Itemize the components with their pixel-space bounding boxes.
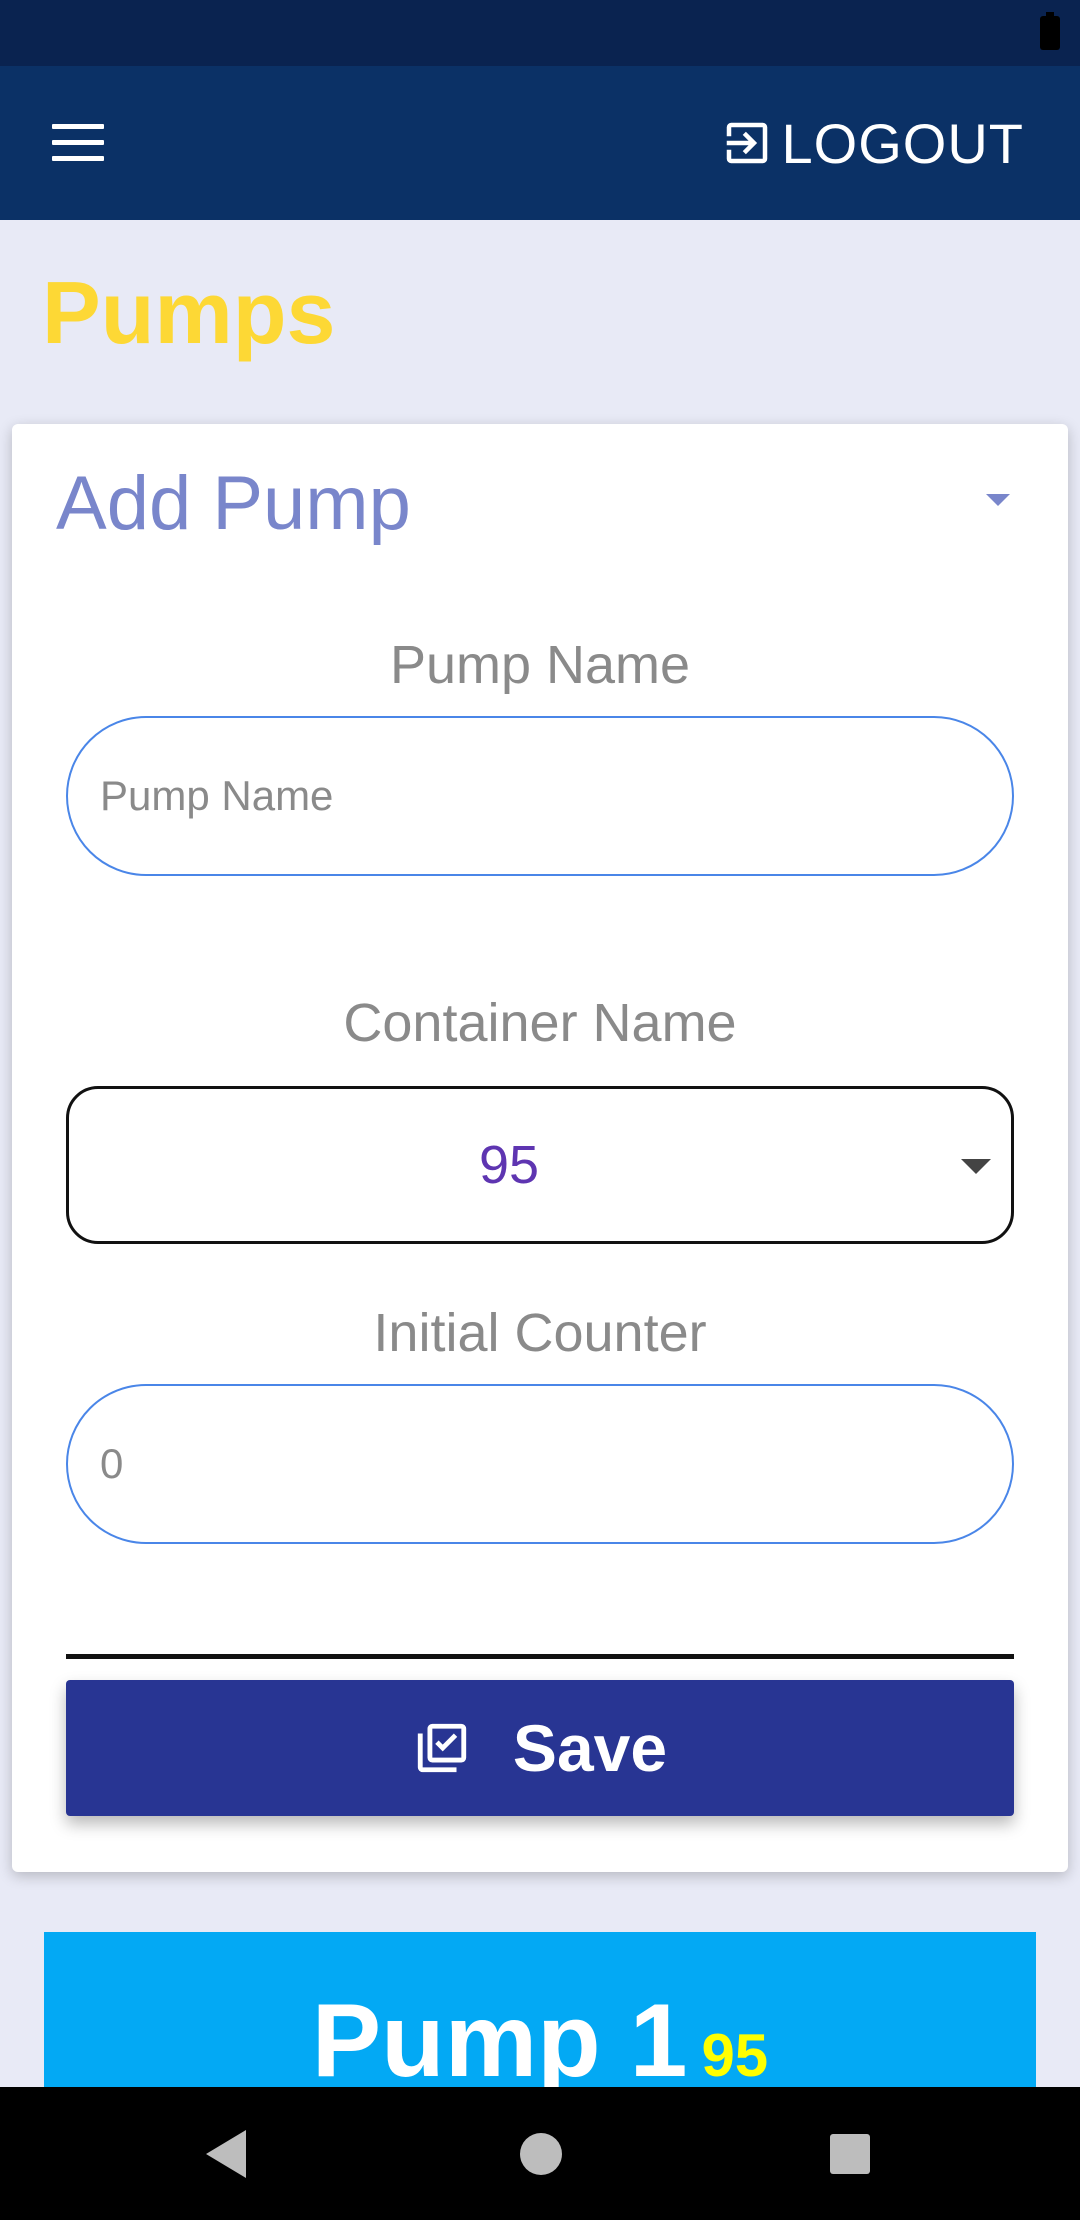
logout-button[interactable]: LOGOUT [720,110,1024,176]
pump-container-badge: 95 [701,2022,769,2089]
container-name-select[interactable]: 95 [66,1086,1014,1244]
library-add-check-icon [417,1723,467,1773]
page-title: Pumps [42,263,336,362]
add-pump-card: Add Pump Pump Name Container Name 95 Ini… [12,424,1068,1872]
pump-tile[interactable]: Pump 1 95 [44,1932,1036,2099]
save-button[interactable]: Save [66,1680,1014,1816]
app-bar: LOGOUT [0,66,1080,220]
container-name-label: Container Name [343,993,737,1053]
logout-label: LOGOUT [781,111,1024,175]
recents-icon[interactable] [830,2134,870,2174]
hamburger-menu-icon[interactable] [52,124,104,162]
pump-name-input[interactable] [66,716,1014,876]
collapse-caret-icon[interactable] [986,494,1010,506]
save-label: Save [512,1711,668,1785]
pump-name: Pump 1 [311,1983,688,2099]
battery-icon [1040,12,1060,50]
initial-counter-input[interactable] [66,1384,1014,1544]
dropdown-caret-icon [961,1159,991,1174]
system-nav-bar [0,2087,1080,2220]
logout-icon [726,122,767,164]
home-icon[interactable] [520,2133,562,2175]
initial-counter-label: Initial Counter [373,1303,707,1363]
back-icon[interactable] [206,2130,246,2178]
divider [66,1654,1014,1659]
container-name-value: 95 [478,1135,540,1195]
card-title: Add Pump [56,461,411,546]
pump-name-label: Pump Name [389,635,691,695]
status-bar [0,0,1080,66]
